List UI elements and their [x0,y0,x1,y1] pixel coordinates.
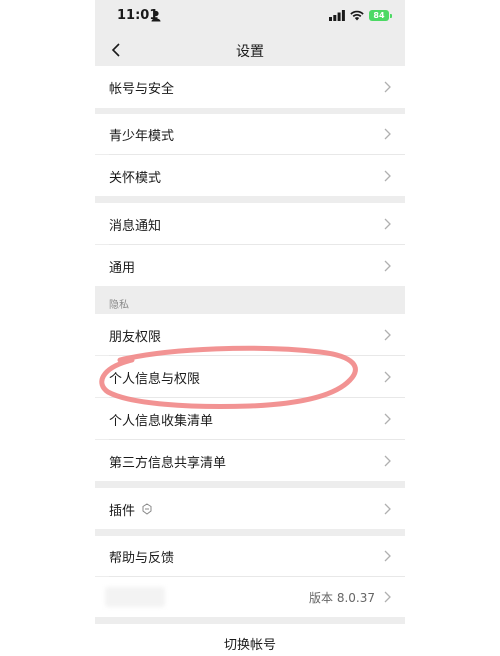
version-text: 版本 8.0.37 [309,591,375,605]
chevron-right-icon [384,218,391,230]
chevron-right-icon [384,413,391,425]
chevron-right-icon [384,81,391,93]
row-label: 帐号与安全 [109,82,175,97]
row-label: 消息通知 [109,219,162,234]
chevron-right-icon [384,455,391,467]
settings-row-info-collection-list[interactable]: 个人信息收集清单 [95,398,405,439]
section-header-privacy: 隐私 [95,286,405,314]
settings-row-personal-info-permissions[interactable]: 个人信息与权限 [95,356,405,397]
settings-row-third-party-sharing[interactable]: 第三方信息共享清单 [95,440,405,481]
section-header-label: 隐私 [109,300,129,311]
chevron-right-icon [384,260,391,272]
page-title: 设置 [236,44,264,60]
chevron-right-icon [384,371,391,383]
chevron-right-icon [384,550,391,562]
status-indicators: 84 [329,10,392,21]
row-label: 朋友权限 [109,330,162,345]
row-label: 青少年模式 [109,129,175,144]
row-label: 个人信息收集清单 [109,414,214,429]
switch-account-button[interactable]: 切换帐号 [95,624,405,656]
signal-icon [329,10,345,21]
settings-row-account[interactable]: 帐号与安全 [95,66,405,108]
settings-row-general[interactable]: 通用 [95,245,405,286]
settings-row-youth-mode[interactable]: 青少年模式 [95,114,405,154]
settings-row-help-feedback[interactable]: 帮助与反馈 [95,536,405,576]
blurred-region [105,587,165,607]
settings-row-notifications[interactable]: 消息通知 [95,203,405,244]
row-label: 通用 [109,261,136,276]
row-label: 第三方信息共享清单 [109,456,227,471]
row-label: 帮助与反馈 [109,551,175,566]
row-label: 个人信息与权限 [109,372,201,387]
battery-indicator: 84 [369,10,392,21]
nav-bar: 设置 [95,34,405,66]
wifi-icon [350,10,364,21]
settings-screen: 11:01 84 设置 帐号与安全 青少年模式 关怀模式 消息通知 通用 隐私 … [95,0,405,656]
settings-row-friends-permissions[interactable]: 朋友权限 [95,314,405,355]
plugin-icon [142,503,152,515]
chevron-right-icon [384,591,391,603]
chevron-right-icon [384,128,391,140]
settings-row-version[interactable]: 版本 8.0.37 [95,577,405,617]
chevron-right-icon [384,503,391,515]
status-bar: 11:01 84 [95,0,405,34]
switch-account-label: 切换帐号 [223,638,276,653]
row-label: 关怀模式 [109,171,162,186]
settings-row-plugins[interactable]: 插件 [95,488,405,529]
person-icon [151,10,161,22]
settings-row-care-mode[interactable]: 关怀模式 [95,155,405,196]
row-label: 插件 [109,504,136,519]
chevron-right-icon [384,329,391,341]
chevron-right-icon [384,170,391,182]
